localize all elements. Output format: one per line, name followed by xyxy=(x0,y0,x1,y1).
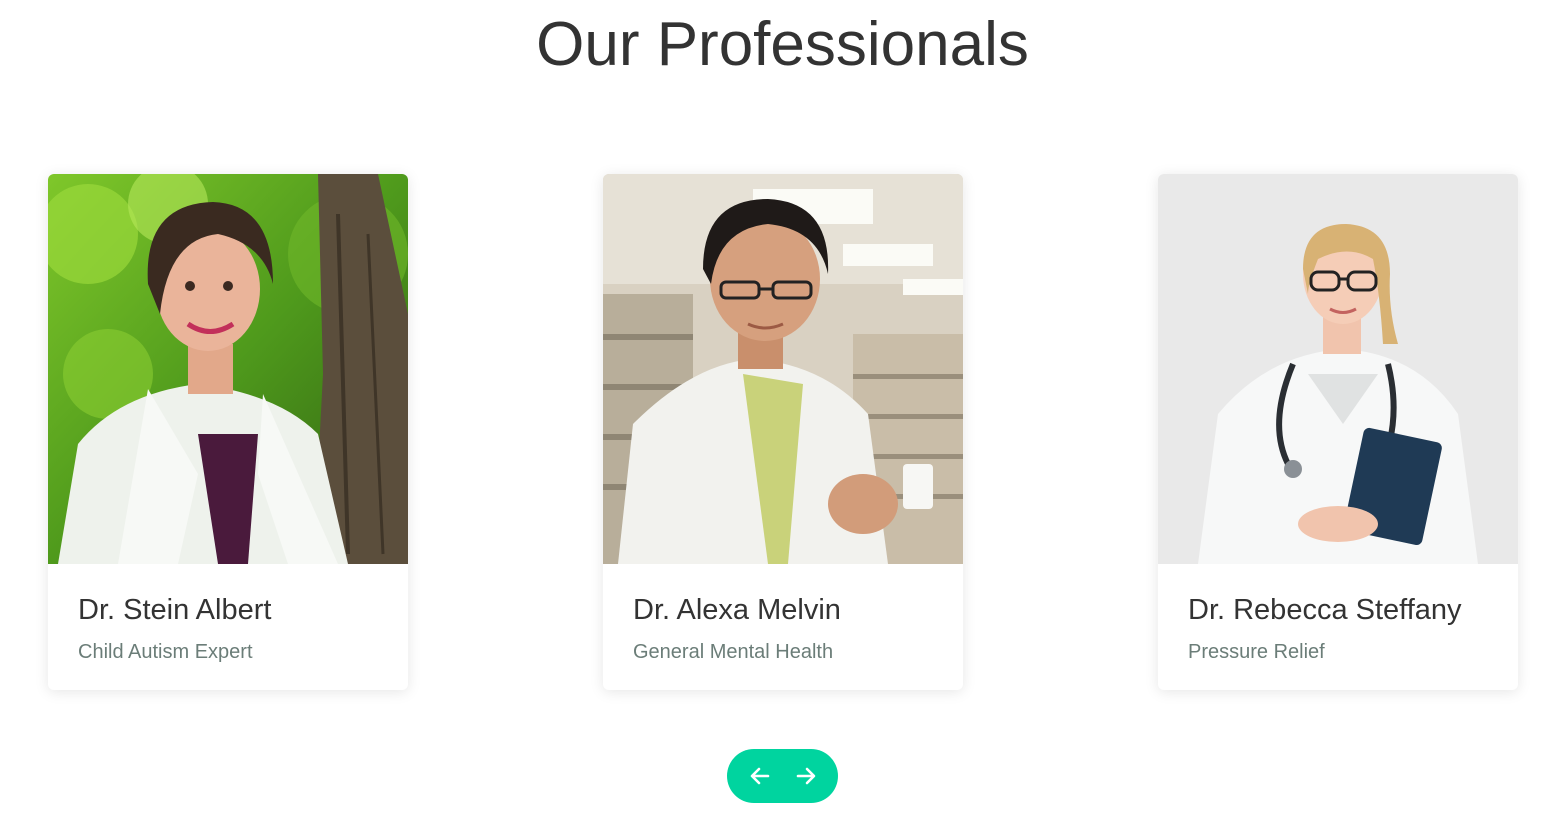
section-title: Our Professionals xyxy=(536,10,1029,79)
carousel-prev-button[interactable] xyxy=(745,761,775,791)
carousel-next-button[interactable] xyxy=(791,761,821,791)
doctor-name: Dr. Alexa Melvin xyxy=(633,594,841,626)
doctor-photo-man-pharmacy xyxy=(603,174,963,564)
professional-card-rebecca-steffany[interactable]: Dr. Rebecca Steffany Pressure Relief xyxy=(1158,174,1518,690)
doctor-name: Dr. Stein Albert xyxy=(78,594,272,626)
doctor-specialty: General Mental Health xyxy=(633,641,834,663)
doctor-photo-woman-stethoscope xyxy=(1158,174,1518,564)
professional-card-alexa-melvin[interactable]: Dr. Alexa Melvin General Mental Health xyxy=(603,174,963,690)
professionals-section: Our Professionals Dr. Stein Albert Child… xyxy=(0,0,1557,819)
doctor-specialty: Child Autism Expert xyxy=(78,641,253,663)
doctor-name: Dr. Rebecca Steffany xyxy=(1188,594,1462,626)
arrow-right-icon xyxy=(796,767,815,785)
carousel-nav xyxy=(727,749,838,803)
doctor-specialty: Pressure Relief xyxy=(1188,641,1325,663)
arrow-left-icon xyxy=(750,767,769,785)
professional-card-stein-albert[interactable]: Dr. Stein Albert Child Autism Expert xyxy=(48,174,408,690)
doctor-photo-woman-outdoor xyxy=(48,174,408,564)
